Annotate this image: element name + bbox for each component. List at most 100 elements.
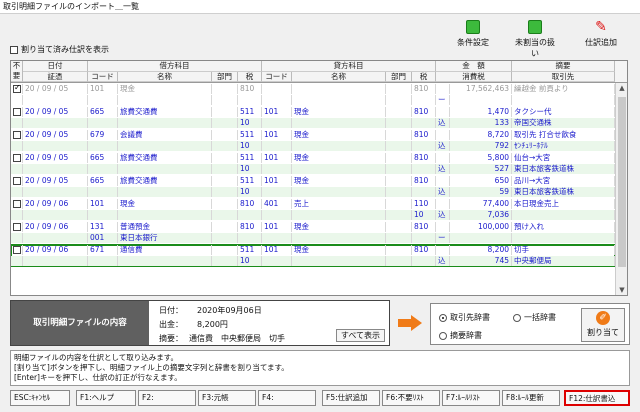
f2-button[interactable]: F2: [138, 390, 196, 406]
row-checkbox [11, 245, 23, 255]
subrow-consumption-tax: 527 [450, 164, 512, 174]
subrow-partner [512, 210, 615, 220]
row-debit-name: 旅費交通費 [118, 176, 212, 186]
journal-grid[interactable]: 不要 日付 証憑 借方科目 コード 名称 部門 税 貸方科目 コード 名称 部門… [10, 60, 628, 296]
table-subrow[interactable]: 10 込 792 ｾﾝﾁｭﾘｰﾎﾃﾙ [11, 141, 615, 151]
row-debit-code: 671 [88, 245, 118, 255]
subrow-debit-name [118, 95, 212, 105]
row-cb-spacer [11, 164, 23, 174]
table-subrow[interactable]: 001 東日本銀行 ー [11, 233, 615, 243]
function-key-bar: ESC:ｷｬﾝｾﾙ F1:ヘルプ F2: F3:元帳 F4: F5:仕訳追加 F… [10, 390, 630, 408]
table-subrow[interactable]: 10 込 133 帝国交通株 [11, 118, 615, 128]
row-checkbox-box[interactable] [13, 177, 21, 185]
row-checkbox-box[interactable] [13, 200, 21, 208]
f1-help-button[interactable]: F1:ヘルプ [76, 390, 136, 406]
subrow-debit-tax: 10 [238, 141, 262, 151]
row-date: 20 / 09 / 06 [23, 245, 88, 255]
f5-add-entry-button[interactable]: F5:仕訳追加 [322, 390, 380, 406]
table-subrow[interactable]: ー [11, 95, 615, 105]
subrow-debit-tax [238, 95, 262, 105]
f7-rule-list-button[interactable]: F7:ﾙｰﾙﾘｽﾄ [442, 390, 500, 406]
table-subrow[interactable]: 10 込 527 東日本旅客鉄道株 [11, 164, 615, 174]
esc-cancel-button[interactable]: ESC:ｷｬﾝｾﾙ [10, 390, 70, 406]
assign-button[interactable]: ✐ 割り当て [581, 308, 625, 342]
row-ztype [436, 84, 450, 94]
row-credit-tax: 810 [412, 176, 436, 186]
table-subrow[interactable]: 10 込 59 東日本旅客鉄道株 [11, 187, 615, 197]
row-checkbox-box[interactable] [13, 131, 21, 139]
table-row[interactable]: 20 / 09 / 06 101 現金 810 401 売上 110 77,400 本日現金売上 [11, 199, 615, 209]
show-allocated-checkbox[interactable]: 割り当て済み仕訳を表示 [10, 44, 109, 55]
f6-unneeded-list-button[interactable]: F6:不要ﾘｽﾄ [382, 390, 440, 406]
table-row[interactable]: 20 / 09 / 05 665 旅費交通費 511 101 現金 810 5,800 仙台→大… [11, 153, 615, 163]
f3-ledger-button[interactable]: F3:元帳 [198, 390, 256, 406]
table-row[interactable]: 20 / 09 / 05 665 旅費交通費 511 101 現金 810 650 品川→大宮 [11, 176, 615, 186]
row-checkbox-box[interactable] [13, 108, 21, 116]
subrow-partner: 帝国交通株 [512, 118, 615, 128]
subrow-debit-tax: 10 [238, 164, 262, 174]
header-consumption-tax: 消費税 [436, 72, 512, 82]
row-credit-name: 現金 [292, 222, 386, 232]
row-cb-spacer [11, 118, 23, 128]
table-subrow[interactable]: 10 込 745 中央郵便局 [11, 256, 615, 266]
row-date: 20 / 09 / 05 [23, 130, 88, 140]
row-debit-tax: 511 [238, 245, 262, 255]
row-cb-spacer [11, 256, 23, 266]
subrow-debit-tax: 10 [238, 187, 262, 197]
subrow-tax-type: 込 [436, 164, 450, 174]
condition-settings-button[interactable]: 条件設定 [450, 20, 496, 48]
row-cb-spacer [11, 141, 23, 151]
row-ztype [436, 222, 450, 232]
row-checkbox-box[interactable] [13, 154, 21, 162]
partner-dict-radio[interactable]: 取引先辞書 [439, 312, 490, 323]
row-debit-code: 665 [88, 153, 118, 163]
condition-settings-label: 条件設定 [457, 38, 489, 47]
header-credit-name: 名称 [292, 72, 386, 82]
f8-rule-update-button[interactable]: F8:ﾙｰﾙ更新 [502, 390, 560, 406]
table-row[interactable]: 20 / 09 / 05101現金 810 810 17,562,463繰越金 前頁よ… [11, 84, 615, 94]
row-credit-dept [386, 153, 412, 163]
row-debit-dept [212, 176, 238, 186]
vertical-scrollbar[interactable]: ▲ ▼ [615, 83, 627, 295]
row-amount: 8,200 [450, 245, 512, 255]
scroll-thumb[interactable] [618, 97, 626, 267]
row-credit-tax: 110 [412, 199, 436, 209]
row-date: 20 / 09 / 06 [23, 199, 88, 209]
unallocated-handling-button[interactable]: 未割当の扱い [512, 20, 558, 59]
row-debit-dept [212, 130, 238, 140]
add-entry-label: 仕訳追加 [585, 38, 617, 47]
subrow-consumption-tax [450, 95, 512, 105]
row-checkbox-box[interactable] [13, 84, 21, 93]
table-subrow[interactable]: 10 込 7,036 [11, 210, 615, 220]
summary-dict-radio[interactable]: 摘要辞書 [439, 330, 482, 341]
scroll-down-icon[interactable]: ▼ [616, 285, 627, 295]
subrow-credit-code [262, 95, 292, 105]
show-all-button[interactable]: すべて表示 [335, 329, 385, 342]
subrow-debit-dept [212, 164, 238, 174]
subrow-credit-name [292, 187, 386, 197]
row-cb-spacer [11, 233, 23, 243]
row-debit-tax: 511 [238, 176, 262, 186]
bulk-dict-radio[interactable]: 一括辞書 [513, 312, 556, 323]
add-entry-button[interactable]: ✎ 仕訳追加 [578, 20, 624, 48]
row-debit-dept [212, 222, 238, 232]
table-row[interactable]: 20 / 09 / 05 665 旅費交通費 511 101 現金 810 1,470 タクシー… [11, 107, 615, 117]
header-credit-dept: 部門 [386, 72, 412, 82]
subrow-debit-name: 東日本銀行 [118, 233, 212, 243]
row-debit-code: 665 [88, 107, 118, 117]
scroll-up-icon[interactable]: ▲ [616, 83, 627, 93]
document-icon [466, 20, 480, 34]
f4-button[interactable]: F4: [258, 390, 316, 406]
table-row[interactable]: 20 / 09 / 05 679 会議費 511 101 現金 810 8,720 取引先 打合… [11, 130, 615, 140]
row-amount: 77,400 [450, 199, 512, 209]
row-debit-code: 101 [88, 84, 118, 94]
table-row[interactable]: 20 / 09 / 06 131 普通預金 810 101 現金 810 100,000 預け入… [11, 222, 615, 232]
row-date-spacer [23, 118, 88, 128]
row-ztype [436, 199, 450, 209]
f12-write-entries-button[interactable]: F12:仕訳書込 [564, 390, 630, 406]
row-checkbox-box[interactable] [13, 223, 21, 231]
checkbox-box[interactable] [10, 45, 18, 54]
row-debit-dept [212, 84, 238, 94]
subrow-debit-dept [212, 187, 238, 197]
row-checkbox-box[interactable] [13, 246, 21, 254]
